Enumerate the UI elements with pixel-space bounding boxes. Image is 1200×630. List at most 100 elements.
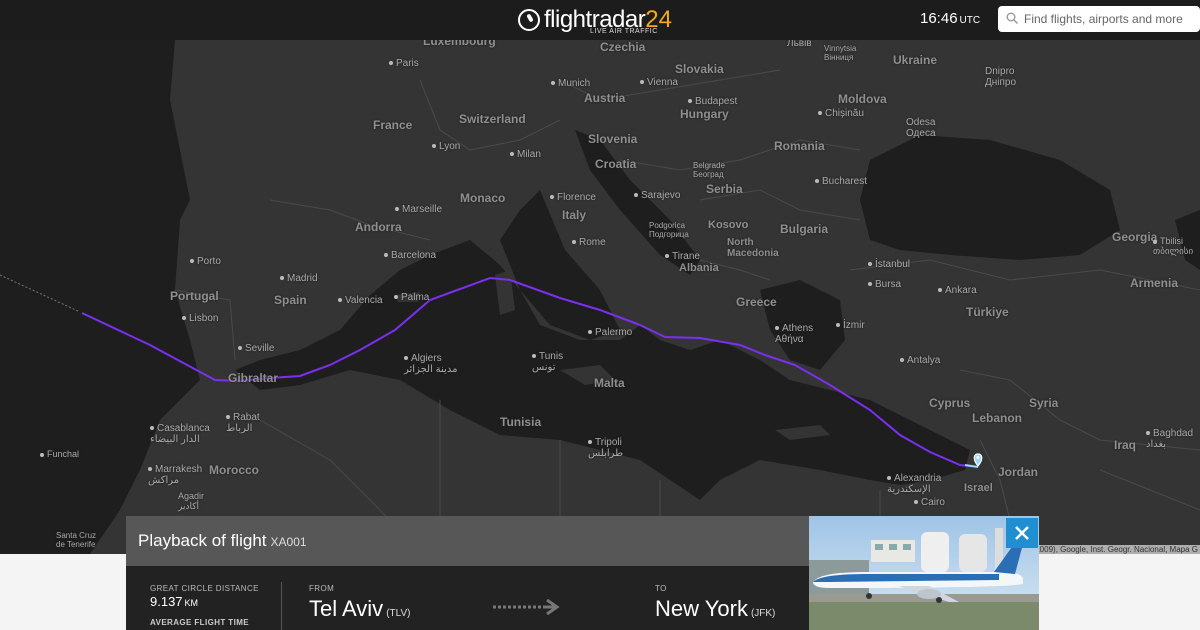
map-label-odesa: Odesa Одеса [906,117,936,139]
map-label-palermo: Palermo [588,327,632,338]
map-label-agadir: Agadir أكادير [178,491,205,511]
to-label: TO [655,584,667,593]
map-label-tripoli: Tripoli طرابلس [588,437,624,459]
utc-clock: 16:46 UTC [920,10,980,27]
map-label-syria: Syria [1029,396,1059,410]
map-label-switzerland: Switzerland [459,112,526,126]
map-label-santa-cruz: Santa Cruz de Tenerife [56,531,97,549]
map-label-budapest: Budapest [688,96,737,107]
gcd-number: 9.137 [150,594,183,609]
map-label-tirane: Tirane [665,251,700,262]
map-label-alexandria: Alexandria الإسكندرية [887,473,942,495]
map-label-slovenia: Slovenia [588,132,638,146]
map-label-moldova: Moldova [838,92,887,106]
map-label-bulgaria: Bulgaria [780,222,829,236]
close-button[interactable] [1006,518,1038,548]
destination-airport[interactable]: New York (JFK) [655,596,775,622]
map-label-podgorica: Podgorica Подгорица [649,221,689,239]
map-label-algiers: Algiers مدينة الجزائر [404,353,458,375]
map-label-france: France [373,118,413,132]
map-label-madrid: Madrid [280,273,318,284]
close-icon [1015,526,1029,540]
map-label-valencia: Valencia [338,295,383,306]
panel-title-text: Playback of flight [138,531,267,550]
map-label-jordan: Jordan [998,465,1039,479]
destination-code: (JFK) [750,608,776,619]
origin-airport[interactable]: Tel Aviv (TLV) [309,596,410,622]
search-box[interactable] [998,6,1200,32]
origin-code: (TLV) [386,608,411,619]
map-label-malta: Malta [594,376,625,390]
map-label-turkiye: Türkiye [966,305,1009,319]
map[interactable]: Luxembourg Czechia Львів Vinnytsia Вінни… [0,40,1200,554]
map-label-lyon: Lyon [432,141,460,152]
map-label-vinnytsia: Vinnytsia Вінниця [824,44,857,62]
logo-tagline: LIVE AIR TRAFFIC [590,28,658,35]
map-label-bursa: Bursa [868,279,901,290]
map-label-antalya: Antalya [900,355,940,366]
map-label-rome: Rome [572,237,606,248]
map-label-israel: Israel [964,482,993,494]
map-label-paris: Paris [389,58,419,69]
map-label-italy: Italy [562,208,587,222]
map-label-baghdad: Baghdad بغداد [1146,428,1194,450]
map-label-dnipro: Dnipro Дніпро [985,66,1017,88]
map-label-portugal: Portugal [170,289,219,303]
map-label-georgia: Georgia [1112,230,1158,244]
great-circle-distance-value: 9.137 KM [150,594,198,609]
map-label-barcelona: Barcelona [384,250,436,261]
aircraft-image [809,516,1039,630]
map-label-north-macedonia: North Macedonia [727,237,779,259]
top-bar: flightradar 24 LIVE AIR TRAFFIC 16:46 UTC [0,0,1200,40]
map-label-milan: Milan [510,149,541,160]
playback-panel: Playback of flight XA001 GREAT CIRCLE DIS… [126,516,809,630]
map-label-florence: Florence [550,192,596,203]
panel-body: GREAT CIRCLE DISTANCE 9.137 KM AVERAGE FL… [126,566,809,630]
map-label-morocco: Morocco [209,463,260,477]
map-label-funchal: Funchal [40,449,79,459]
map-label-kosovo: Kosovo [708,219,749,231]
great-circle-distance-label: GREAT CIRCLE DISTANCE [150,584,259,593]
flightradar24-logo[interactable]: flightradar 24 LIVE AIR TRAFFIC [518,4,672,36]
map-label-tunis: Tunis تونس [532,351,564,373]
clock-timezone: UTC [959,15,981,26]
map-label-chisinau: Chișinău [818,108,864,119]
map-label-casablanca: Casablanca الدار البيضاء [150,423,210,445]
map-label-palma: Palma [394,292,429,303]
map-label-cairo: Cairo [914,497,945,508]
map-label-seville: Seville [238,343,274,354]
map-label-romania: Romania [774,139,825,153]
map-label-armenia: Armenia [1130,276,1179,290]
panel-header: Playback of flight XA001 [126,516,809,566]
route-arrow-icon [493,599,560,615]
radar-icon [518,9,540,31]
map-label-luxembourg: Luxembourg [423,40,496,48]
origin-city: Tel Aviv [309,596,384,621]
map-label-lviv: Львів [787,40,812,49]
map-label-bucharest: Bucharest [815,176,867,187]
map-label-lisbon: Lisbon [182,313,218,324]
map-attribution: 2009), Google, Inst. Geogr. Nacional, Ma… [1033,545,1200,554]
from-label: FROM [309,584,335,593]
map-label-ankara: Ankara [938,285,977,296]
map-label-ukraine: Ukraine [893,53,938,67]
search-icon [1006,12,1018,24]
divider [281,582,282,630]
gcd-unit: KM [184,598,199,608]
flight-number: XA001 [270,535,307,549]
map-label-tbilisi: Tbilisi თბილისი [1153,236,1194,256]
map-label-serbia: Serbia [706,182,743,196]
map-label-lebanon: Lebanon [972,411,1022,425]
search-input[interactable] [1024,9,1194,29]
panel-title: Playback of flight XA001 [138,531,307,551]
map-label-czechia: Czechia [600,40,646,54]
map-label-porto: Porto [190,256,221,267]
aircraft-photo[interactable] [809,516,1039,630]
map-label-greece: Greece [736,295,777,309]
map-label-iraq: Iraq [1114,438,1137,452]
clock-time: 16:46 [920,10,958,27]
map-label-istanbul: İstanbul [868,259,910,270]
map-label-spain: Spain [274,293,307,307]
map-label-albania: Albania [679,262,719,274]
map-label-hungary: Hungary [680,107,729,121]
